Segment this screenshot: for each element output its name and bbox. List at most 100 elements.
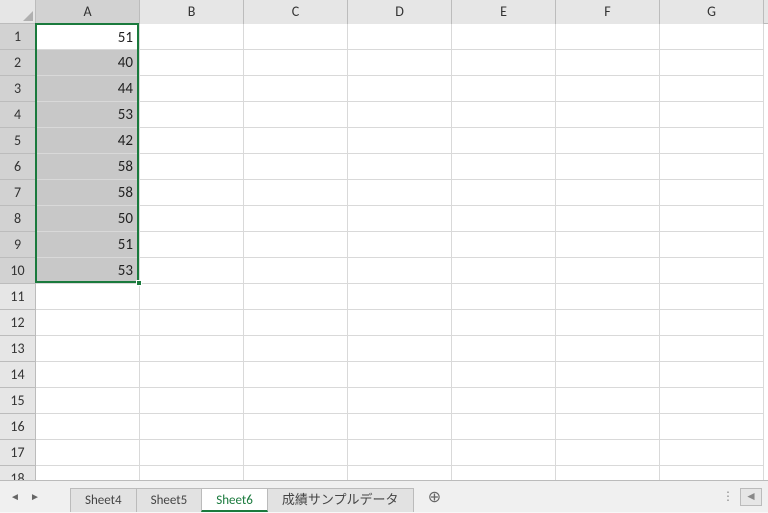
cell[interactable]	[140, 258, 244, 284]
cell[interactable]	[660, 258, 764, 284]
cell[interactable]	[348, 24, 452, 50]
cell[interactable]	[244, 414, 348, 440]
row-header[interactable]: 3	[0, 76, 36, 102]
cell[interactable]	[452, 128, 556, 154]
cell[interactable]	[36, 388, 140, 414]
tab-more-icon[interactable]: ⋮	[722, 489, 734, 504]
cell[interactable]	[244, 76, 348, 102]
cell[interactable]: 58	[36, 180, 140, 206]
cell[interactable]	[452, 76, 556, 102]
cell[interactable]	[556, 102, 660, 128]
column-header-E[interactable]: E	[452, 0, 556, 24]
cell[interactable]	[556, 128, 660, 154]
cell[interactable]	[244, 466, 348, 480]
cell[interactable]	[556, 414, 660, 440]
tab-nav-next[interactable]: ►	[26, 488, 44, 506]
column-header-D[interactable]: D	[348, 0, 452, 24]
cell[interactable]	[140, 362, 244, 388]
tab-nav-prev[interactable]: ◄	[6, 488, 24, 506]
cell[interactable]	[660, 76, 764, 102]
cell[interactable]	[244, 310, 348, 336]
cell[interactable]	[348, 414, 452, 440]
cell[interactable]	[556, 310, 660, 336]
cell[interactable]	[660, 388, 764, 414]
cell[interactable]	[348, 310, 452, 336]
cell[interactable]	[36, 440, 140, 466]
row-header[interactable]: 6	[0, 154, 36, 180]
cell[interactable]	[660, 206, 764, 232]
cell[interactable]	[452, 232, 556, 258]
cell[interactable]	[36, 336, 140, 362]
cell[interactable]	[140, 50, 244, 76]
sheet-tab[interactable]: Sheet5	[136, 488, 203, 512]
cell[interactable]	[36, 362, 140, 388]
cell[interactable]	[660, 440, 764, 466]
sheet-tab[interactable]: 成績サンプルデータ	[267, 488, 414, 512]
cell[interactable]	[556, 180, 660, 206]
cell[interactable]	[244, 154, 348, 180]
cell[interactable]: 51	[36, 232, 140, 258]
cell[interactable]	[244, 206, 348, 232]
cell[interactable]	[660, 232, 764, 258]
column-header-F[interactable]: F	[556, 0, 660, 24]
cell[interactable]	[556, 24, 660, 50]
cell[interactable]	[348, 154, 452, 180]
cell[interactable]	[452, 466, 556, 480]
cell[interactable]	[244, 284, 348, 310]
cell[interactable]: 53	[36, 102, 140, 128]
row-header[interactable]: 14	[0, 362, 36, 388]
cell[interactable]	[556, 466, 660, 480]
cell[interactable]	[556, 206, 660, 232]
cell[interactable]	[660, 102, 764, 128]
cell[interactable]	[556, 50, 660, 76]
cell[interactable]: 42	[36, 128, 140, 154]
cell[interactable]	[348, 362, 452, 388]
cell[interactable]	[140, 388, 244, 414]
cell[interactable]	[660, 24, 764, 50]
cell[interactable]	[452, 24, 556, 50]
cell[interactable]	[452, 336, 556, 362]
cell[interactable]	[348, 258, 452, 284]
cell[interactable]	[244, 336, 348, 362]
cell[interactable]	[36, 284, 140, 310]
cell[interactable]	[348, 102, 452, 128]
cell[interactable]	[244, 24, 348, 50]
cell[interactable]	[140, 466, 244, 480]
cell[interactable]: 50	[36, 206, 140, 232]
row-header[interactable]: 8	[0, 206, 36, 232]
cell[interactable]	[244, 362, 348, 388]
cell[interactable]	[140, 232, 244, 258]
cell[interactable]	[244, 102, 348, 128]
cell[interactable]	[556, 362, 660, 388]
row-header[interactable]: 7	[0, 180, 36, 206]
cell[interactable]	[660, 180, 764, 206]
cell[interactable]	[244, 180, 348, 206]
cell[interactable]	[556, 336, 660, 362]
cell[interactable]	[244, 388, 348, 414]
row-header[interactable]: 5	[0, 128, 36, 154]
cell[interactable]	[556, 284, 660, 310]
row-header[interactable]: 9	[0, 232, 36, 258]
cell[interactable]: 58	[36, 154, 140, 180]
row-header[interactable]: 17	[0, 440, 36, 466]
cell[interactable]	[36, 414, 140, 440]
cell[interactable]	[348, 206, 452, 232]
cell[interactable]	[36, 466, 140, 480]
cell[interactable]	[140, 154, 244, 180]
cell[interactable]	[140, 284, 244, 310]
cell[interactable]	[660, 466, 764, 480]
cell[interactable]	[452, 284, 556, 310]
cell[interactable]	[140, 336, 244, 362]
cell[interactable]	[452, 388, 556, 414]
cell[interactable]: 44	[36, 76, 140, 102]
cell[interactable]	[36, 310, 140, 336]
cell[interactable]	[140, 414, 244, 440]
cell[interactable]	[244, 128, 348, 154]
cell[interactable]	[452, 440, 556, 466]
fill-handle[interactable]	[136, 280, 142, 286]
cell[interactable]	[660, 414, 764, 440]
cell[interactable]	[452, 180, 556, 206]
column-header-A[interactable]: A	[36, 0, 140, 24]
row-header[interactable]: 16	[0, 414, 36, 440]
column-header-G[interactable]: G	[660, 0, 764, 24]
